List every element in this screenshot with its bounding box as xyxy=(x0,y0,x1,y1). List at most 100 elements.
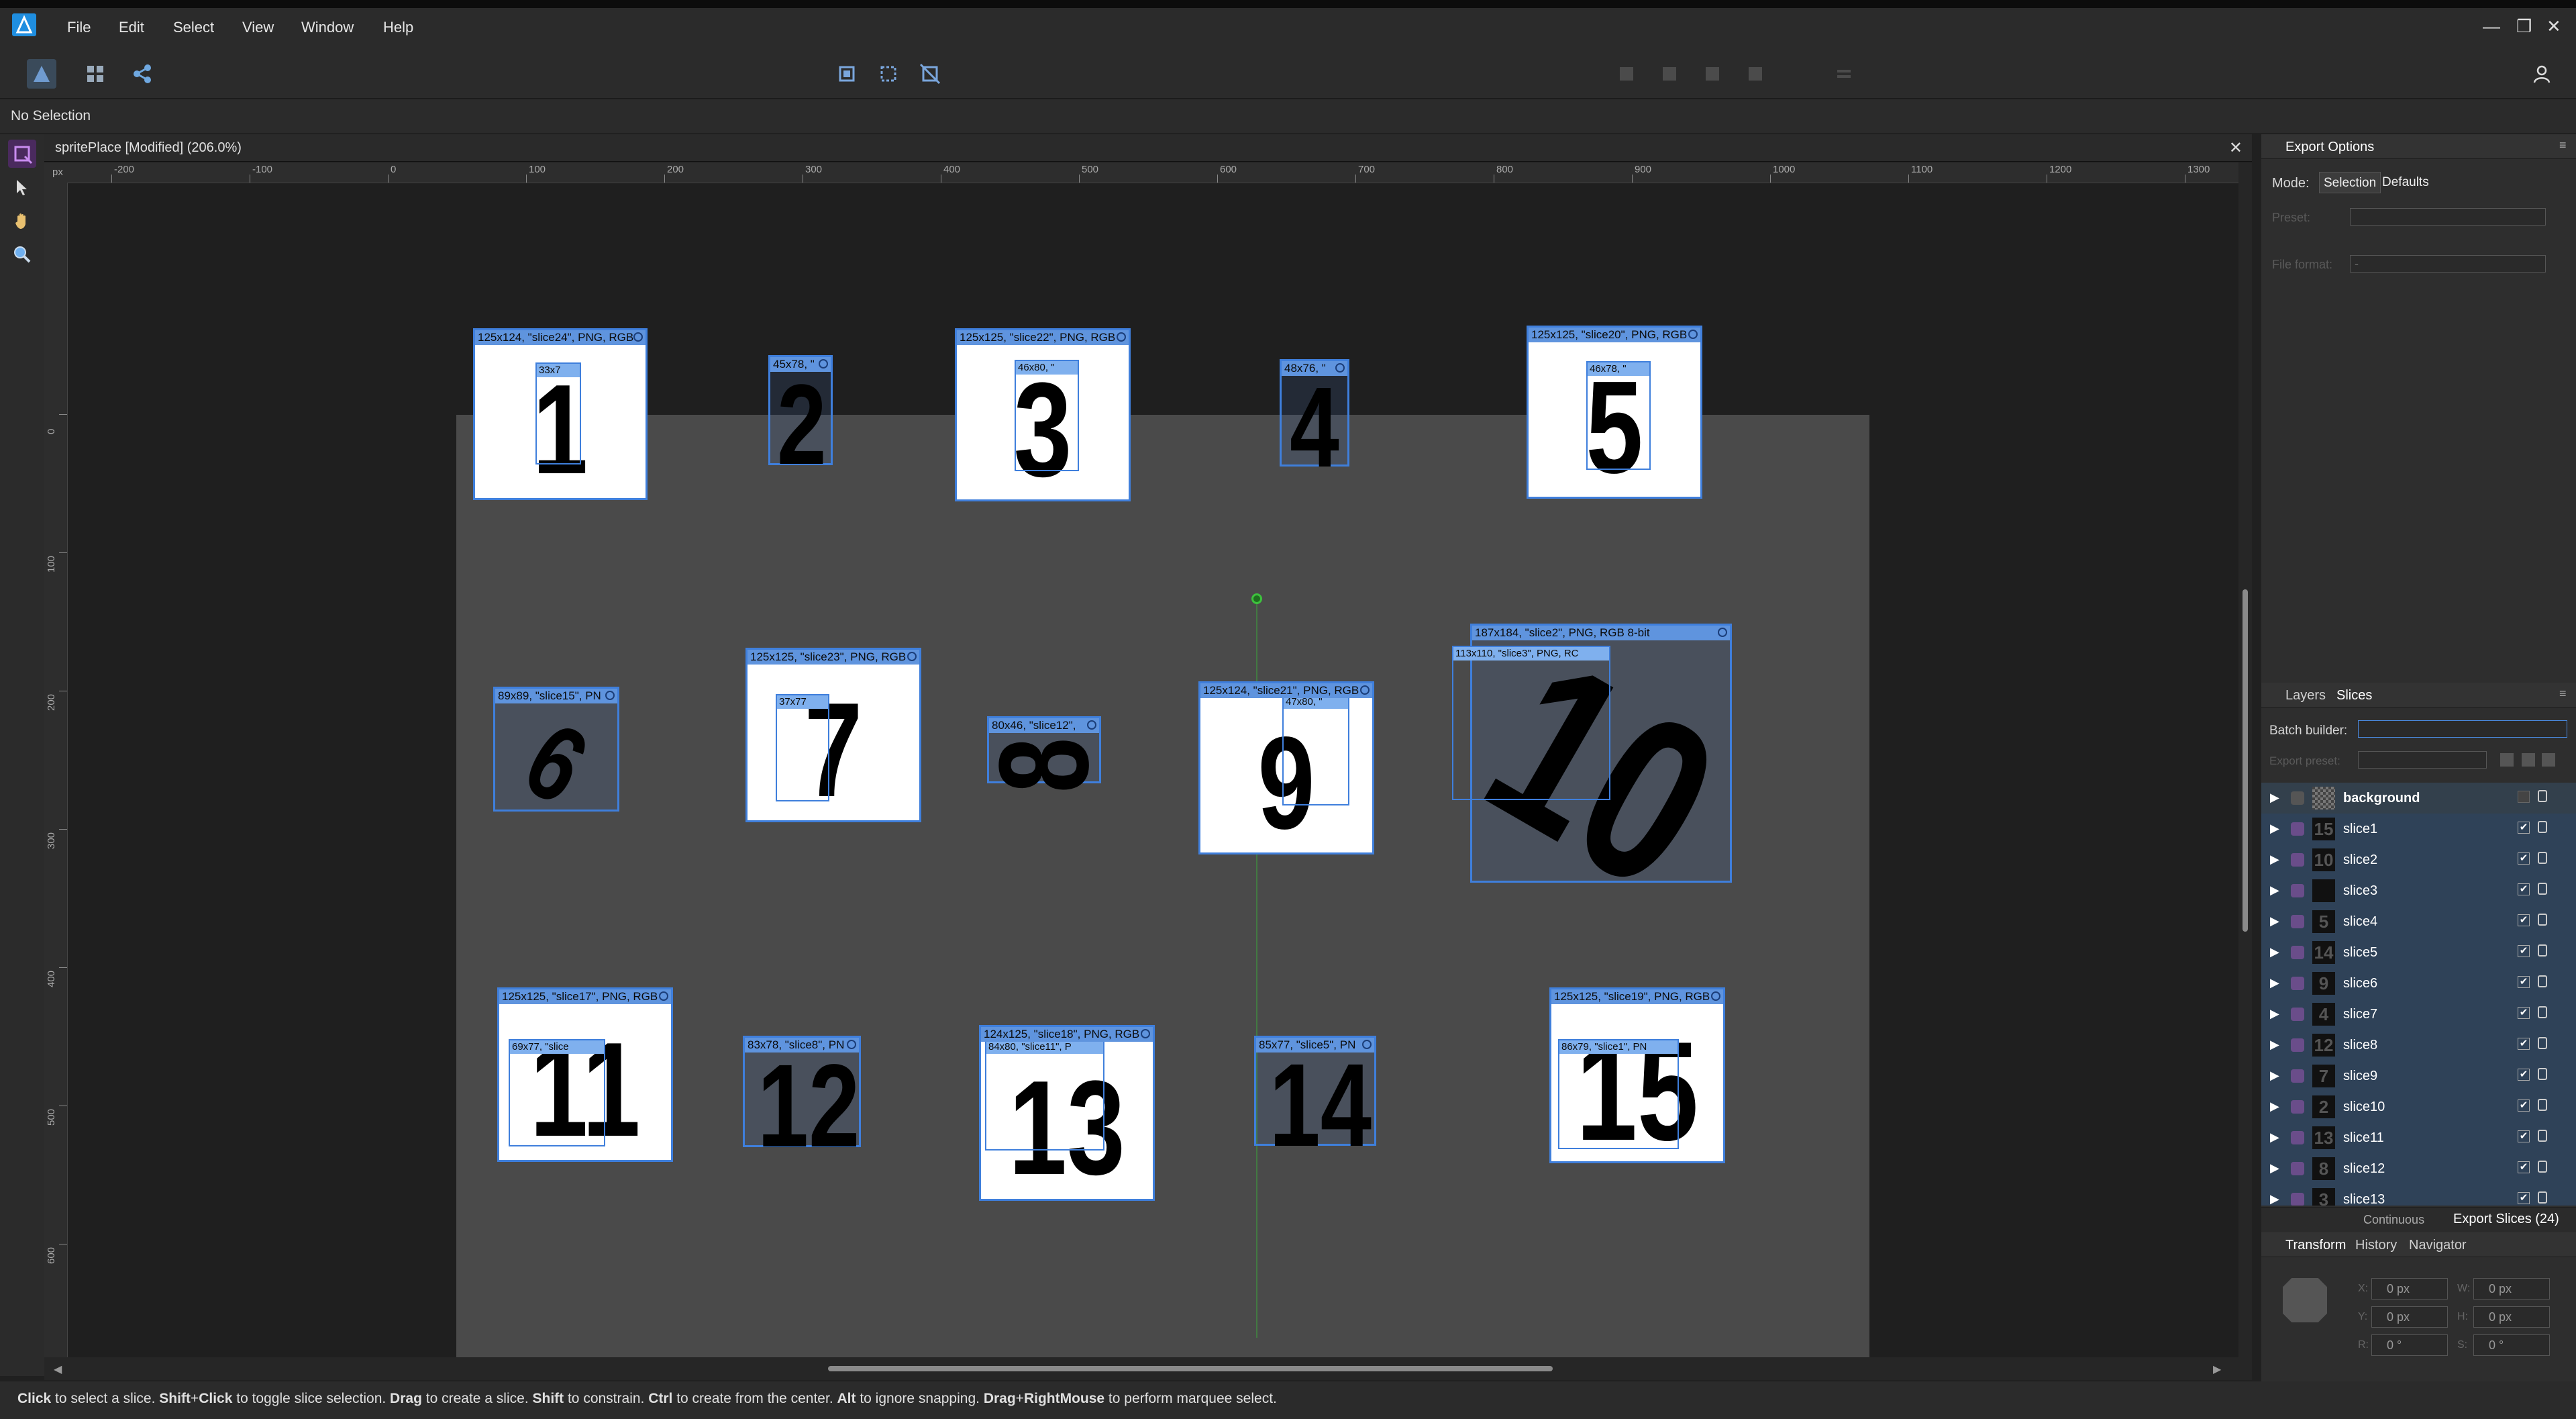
menu-window[interactable]: Window xyxy=(301,19,354,36)
canvas-area[interactable]: 1 33x7 125x124, "slice24", PNG, RGB 2 45x78,… xyxy=(68,183,2238,1358)
slice-box[interactable]: 10 113x110, "slice3", PNG, RC 187x184, "sl… xyxy=(1449,609,1756,938)
export-checkbox[interactable]: ✔ xyxy=(2518,822,2530,834)
close-window-button[interactable]: ✕ xyxy=(2546,16,2561,37)
minimize-button[interactable]: — xyxy=(2483,16,2500,37)
mode-defaults-button[interactable]: Defaults xyxy=(2378,172,2433,193)
lock-icon[interactable] xyxy=(2538,914,2547,926)
slice-box[interactable]: 14 85x77, "slice5", PN xyxy=(1254,1036,1376,1165)
w-field[interactable]: 0 px xyxy=(2473,1278,2550,1300)
app-logo-icon[interactable] xyxy=(12,13,36,36)
lock-icon[interactable] xyxy=(2538,852,2547,864)
scroll-left-icon[interactable]: ◀ xyxy=(54,1363,62,1376)
lock-icon[interactable] xyxy=(2538,1191,2547,1204)
slice-export-handle-icon[interactable] xyxy=(659,991,668,1001)
inner-slice-box[interactable]: 37x77 xyxy=(776,694,829,801)
lock-icon[interactable] xyxy=(2538,790,2547,802)
lock-icon[interactable] xyxy=(2538,1006,2547,1018)
guide-handle[interactable] xyxy=(1251,593,1262,604)
lock-icon[interactable] xyxy=(2538,944,2547,957)
slice-row[interactable]: ▶ 15 slice1 ✔ xyxy=(2261,814,2576,845)
export-checkbox[interactable]: ✔ xyxy=(2518,976,2530,988)
copy-preset-icon[interactable] xyxy=(2500,753,2514,767)
slice-row[interactable]: ▶ slice3 ✔ xyxy=(2261,875,2576,907)
export-checkbox[interactable]: ✔ xyxy=(2518,1069,2530,1081)
slice-box[interactable]: 2 45x78, " xyxy=(768,355,833,482)
mode-selection-button[interactable]: Selection xyxy=(2319,172,2381,193)
y-field[interactable]: 0 px xyxy=(2371,1306,2448,1328)
create-slice-icon[interactable] xyxy=(832,59,862,89)
expand-icon[interactable]: ▶ xyxy=(2270,1161,2279,1175)
slice-export-handle-icon[interactable] xyxy=(847,1040,856,1049)
slice-export-handle-icon[interactable] xyxy=(1117,332,1126,342)
expand-icon[interactable]: ▶ xyxy=(2270,1007,2279,1021)
inner-slice-box[interactable]: 46x80, " xyxy=(1015,360,1079,471)
slice-export-handle-icon[interactable] xyxy=(1362,1040,1372,1049)
slice-box[interactable]: 4 48x76, " xyxy=(1280,359,1349,485)
tab-navigator[interactable]: Navigator xyxy=(2409,1238,2467,1253)
horizontal-ruler[interactable]: px -200 -100 0 100 200 300 400 500 600 700 800 900 1… xyxy=(44,162,2238,183)
slice-export-handle-icon[interactable] xyxy=(1335,363,1345,373)
slice-row[interactable]: ▶ 3 slice13 ✔ xyxy=(2261,1184,2576,1206)
export-checkbox[interactable]: ✔ xyxy=(2518,1007,2530,1019)
menu-help[interactable]: Help xyxy=(383,19,413,36)
expand-icon[interactable]: ▶ xyxy=(2270,1130,2279,1144)
slice-box[interactable]: 15 86x79, "slice1", PN 125x125, "slice19",… xyxy=(1549,987,1725,1163)
file-format-dropdown[interactable]: - xyxy=(2350,255,2546,273)
lock-icon[interactable] xyxy=(2538,1037,2547,1049)
tab-slices[interactable]: Slices xyxy=(2336,688,2372,703)
export-options-tab[interactable]: Export Options xyxy=(2285,140,2374,155)
vertical-scrollbar[interactable] xyxy=(2238,162,2252,1357)
inner-slice-box[interactable]: 113x110, "slice3", PNG, RC xyxy=(1452,646,1610,800)
expand-icon[interactable]: ▶ xyxy=(2270,852,2279,867)
align-right-icon[interactable] xyxy=(1698,59,1727,89)
shear-field[interactable]: 0 ° xyxy=(2473,1334,2550,1356)
slice-box[interactable]: 5 46x78, " 125x125, "slice20", PNG, RGB xyxy=(1527,326,1702,499)
expand-icon[interactable]: ▶ xyxy=(2270,1069,2279,1083)
menu-edit[interactable]: Edit xyxy=(119,19,144,36)
x-field[interactable]: 0 px xyxy=(2371,1278,2448,1300)
slice-row[interactable]: ▶ 14 slice5 ✔ xyxy=(2261,937,2576,969)
h-field[interactable]: 0 px xyxy=(2473,1306,2550,1328)
slice-row[interactable]: ▶ 13 slice11 ✔ xyxy=(2261,1122,2576,1154)
continuous-toggle[interactable]: Continuous xyxy=(2363,1213,2424,1227)
inner-slice-box[interactable]: 84x80, "slice11", P xyxy=(985,1039,1104,1151)
inner-slice-box[interactable]: 47x80, " xyxy=(1282,694,1349,805)
expand-icon[interactable]: ▶ xyxy=(2270,1099,2279,1114)
expand-icon[interactable]: ▶ xyxy=(2270,791,2279,805)
rotation-field[interactable]: 0 ° xyxy=(2371,1334,2448,1356)
lock-icon[interactable] xyxy=(2538,1161,2547,1173)
export-checkbox[interactable] xyxy=(2518,791,2530,803)
slice-box[interactable]: 6 89x89, "slice15", PN xyxy=(493,687,619,826)
align-center-icon[interactable] xyxy=(1655,59,1684,89)
menu-view[interactable]: View xyxy=(242,19,274,36)
slice-export-handle-icon[interactable] xyxy=(1718,628,1727,637)
slice-row[interactable]: ▶ 5 slice4 ✔ xyxy=(2261,906,2576,938)
export-checkbox[interactable]: ✔ xyxy=(2518,1161,2530,1173)
inner-slice-box[interactable]: 69x77, "slice xyxy=(509,1039,605,1146)
arrange-icon[interactable] xyxy=(1829,59,1859,89)
slice-selection-tool-icon[interactable] xyxy=(8,173,36,201)
lock-icon[interactable] xyxy=(2538,1099,2547,1111)
menu-file[interactable]: File xyxy=(67,19,91,36)
export-slices-button[interactable]: Export Slices (24) xyxy=(2453,1212,2559,1227)
export-checkbox[interactable]: ✔ xyxy=(2518,883,2530,895)
lock-icon[interactable] xyxy=(2538,1130,2547,1142)
export-checkbox[interactable]: ✔ xyxy=(2518,945,2530,957)
tab-history[interactable]: History xyxy=(2355,1238,2397,1253)
slice-export-handle-icon[interactable] xyxy=(907,652,917,661)
inner-slice-box[interactable]: 46x78, " xyxy=(1586,361,1651,470)
tab-layers[interactable]: Layers xyxy=(2285,688,2326,703)
delete-preset-icon[interactable] xyxy=(2542,753,2555,767)
layers-panel-menu-icon[interactable]: ≡ xyxy=(2559,687,2567,701)
slice-row[interactable]: ▶ 10 slice2 ✔ xyxy=(2261,844,2576,876)
close-document-button[interactable]: ✕ xyxy=(2229,138,2243,158)
slice-tool-icon[interactable] xyxy=(8,140,36,168)
expand-icon[interactable]: ▶ xyxy=(2270,914,2279,928)
slice-box[interactable]: 8 80x46, "slice12", xyxy=(973,716,1115,793)
menu-select[interactable]: Select xyxy=(173,19,214,36)
slice-from-selection-icon[interactable] xyxy=(874,59,903,89)
slice-box[interactable]: 11 69x77, "slice 125x125, "slice17", PNG, … xyxy=(497,987,673,1162)
slice-export-handle-icon[interactable] xyxy=(1711,991,1720,1001)
slice-export-handle-icon[interactable] xyxy=(605,691,615,700)
inner-slice-box[interactable]: 86x79, "slice1", PN xyxy=(1558,1039,1679,1149)
